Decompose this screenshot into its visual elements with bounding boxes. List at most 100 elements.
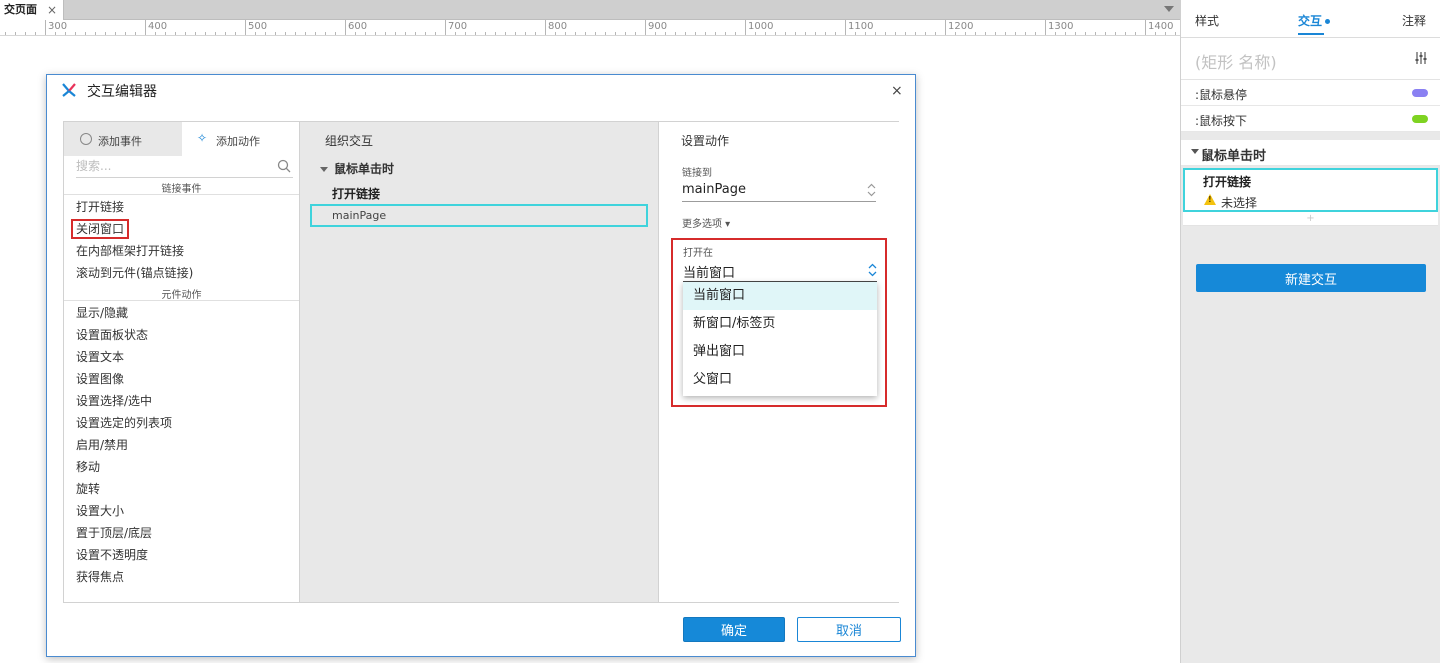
list-item[interactable]: 关闭窗口 [64, 218, 299, 240]
list-item[interactable]: 打开链接 [64, 196, 299, 218]
case-header[interactable]: 鼠标单击时 [320, 160, 394, 177]
warning-icon [1204, 194, 1216, 205]
list-item[interactable]: 设置大小 [64, 500, 299, 522]
ruler-tick [395, 32, 396, 35]
search-icon[interactable] [277, 159, 291, 173]
list-item[interactable]: 在内部框架打开链接 [64, 240, 299, 262]
document-tab[interactable]: 交页面 × [0, 0, 64, 20]
ruler-tick [805, 32, 806, 35]
cancel-button[interactable]: 取消 [797, 617, 901, 642]
shape-name-field[interactable]: (矩形 名称) [1181, 38, 1440, 80]
ruler-tick [815, 32, 816, 35]
list-item-label: 关闭窗口 [70, 219, 130, 239]
ruler-tick [775, 32, 776, 35]
sparkle-icon: ✧ [197, 131, 208, 145]
ruler-tick [715, 32, 716, 35]
ruler-tick [915, 32, 916, 35]
ruler-tick-major [145, 20, 146, 35]
ruler-tick [575, 32, 576, 35]
list-item[interactable]: 设置面板状态 [64, 324, 299, 346]
ruler-tick-major [745, 20, 746, 35]
action-title[interactable]: 打开链接 [332, 185, 380, 202]
ruler-tick [505, 32, 506, 35]
list-item[interactable]: 设置文本 [64, 346, 299, 368]
caret-down-icon[interactable] [1191, 149, 1199, 154]
list-item[interactable]: 设置选定的列表项 [64, 412, 299, 434]
link-to-select[interactable]: mainPage [682, 180, 876, 202]
ruler-tick [685, 32, 686, 35]
ruler-tick [1165, 32, 1166, 35]
updown-chevron-icon [867, 183, 876, 197]
open-in-select[interactable]: 当前窗口 [683, 260, 877, 282]
tab-style[interactable]: 样式 [1195, 12, 1219, 29]
ruler-tick [385, 32, 386, 35]
ruler-tick [35, 32, 36, 35]
tab-add-action[interactable]: ✧ 添加动作 [182, 122, 300, 156]
dropdown-option[interactable]: 弹出窗口 [683, 338, 877, 366]
ruler-tick [735, 32, 736, 35]
organize-title: 组织交互 [325, 134, 374, 148]
tab-menu-chevron-down-icon[interactable] [1164, 6, 1174, 12]
ruler-label: 1300 [1048, 21, 1074, 32]
ruler-tick [955, 32, 956, 35]
list-item[interactable]: 旋转 [64, 478, 299, 500]
app-logo-icon [62, 83, 76, 97]
close-icon[interactable]: × [891, 83, 905, 99]
dialog-title: 交互编辑器 [87, 84, 157, 100]
ruler-tick [105, 32, 106, 35]
search-input[interactable] [76, 156, 276, 176]
event-row-mouse-hover[interactable]: :鼠标悬停 [1181, 80, 1440, 106]
ruler-tick [465, 32, 466, 35]
ruler-label: 300 [48, 21, 68, 32]
active-dot-icon [1325, 19, 1331, 24]
updown-chevron-icon [868, 263, 877, 277]
ruler-tick [435, 32, 436, 35]
list-item[interactable]: 启用/禁用 [64, 434, 299, 456]
list-item[interactable]: 移动 [64, 456, 299, 478]
dropdown-option[interactable]: 新窗口/标签页 [683, 310, 877, 338]
case-header[interactable]: 鼠标单击时 [1181, 140, 1440, 166]
ruler-tick [475, 32, 476, 35]
ruler-tick [905, 32, 906, 35]
ruler-tick [305, 32, 306, 35]
tab-add-event[interactable]: 添加事件 [64, 122, 182, 156]
list-item[interactable]: 置于顶层/底层 [64, 522, 299, 544]
new-interaction-button[interactable]: 新建交互 [1196, 264, 1426, 292]
add-action-plus[interactable]: + [1183, 212, 1438, 226]
list-item[interactable]: 获得焦点 [64, 566, 299, 588]
ruler-tick [875, 32, 876, 35]
ruler-tick-major [845, 20, 846, 35]
list-item[interactable]: 设置选择/选中 [64, 390, 299, 412]
tab-notes[interactable]: 注释 [1402, 12, 1426, 29]
document-tab-label: 交页面 [4, 3, 37, 16]
ruler-tick [625, 32, 626, 35]
event-label: :鼠标按下 [1195, 114, 1248, 128]
dropdown-option[interactable]: 当前窗口 [683, 282, 877, 310]
dropdown-option[interactable]: 父窗口 [683, 366, 877, 394]
close-icon[interactable]: × [47, 0, 57, 20]
list-item[interactable]: 设置不透明度 [64, 544, 299, 566]
open-in-highlight: 打开在 当前窗口 当前窗口 新窗口/标签页 弹出窗口 父窗口 [671, 238, 887, 407]
ruler-tick [595, 32, 596, 35]
ruler-tick [1095, 32, 1096, 35]
organize-interactions: 组织交互 鼠标单击时 打开链接 mainPage [300, 122, 659, 602]
event-row-mouse-down[interactable]: :鼠标按下 [1181, 106, 1440, 132]
ok-button[interactable]: 确定 [683, 617, 785, 642]
event-color-swatch [1412, 115, 1428, 123]
list-item[interactable]: 设置图像 [64, 368, 299, 390]
ruler-tick-major [445, 20, 446, 35]
more-options-toggle[interactable]: 更多选项 ▾ [682, 215, 730, 230]
inspector-panel: 样式 交互 注释 (矩形 名称) :鼠标悬停 :鼠标按下 鼠标单击时 打开链接 … [1180, 0, 1440, 663]
action-target-mainpage[interactable]: mainPage [310, 204, 648, 227]
ruler-tick [925, 32, 926, 35]
event-icon [80, 133, 92, 145]
ruler-tick [635, 32, 636, 35]
list-item[interactable]: 显示/隐藏 [64, 302, 299, 324]
sliders-icon[interactable] [1414, 52, 1428, 64]
list-item[interactable]: 滚动到元件(锚点链接) [64, 262, 299, 284]
caret-down-icon[interactable] [320, 167, 328, 172]
ruler-label: 600 [348, 21, 368, 32]
ruler-tick [15, 32, 16, 35]
tab-interactions[interactable]: 交互 [1298, 12, 1331, 29]
action-item-open-link[interactable]: 打开链接 未选择 [1183, 168, 1438, 212]
